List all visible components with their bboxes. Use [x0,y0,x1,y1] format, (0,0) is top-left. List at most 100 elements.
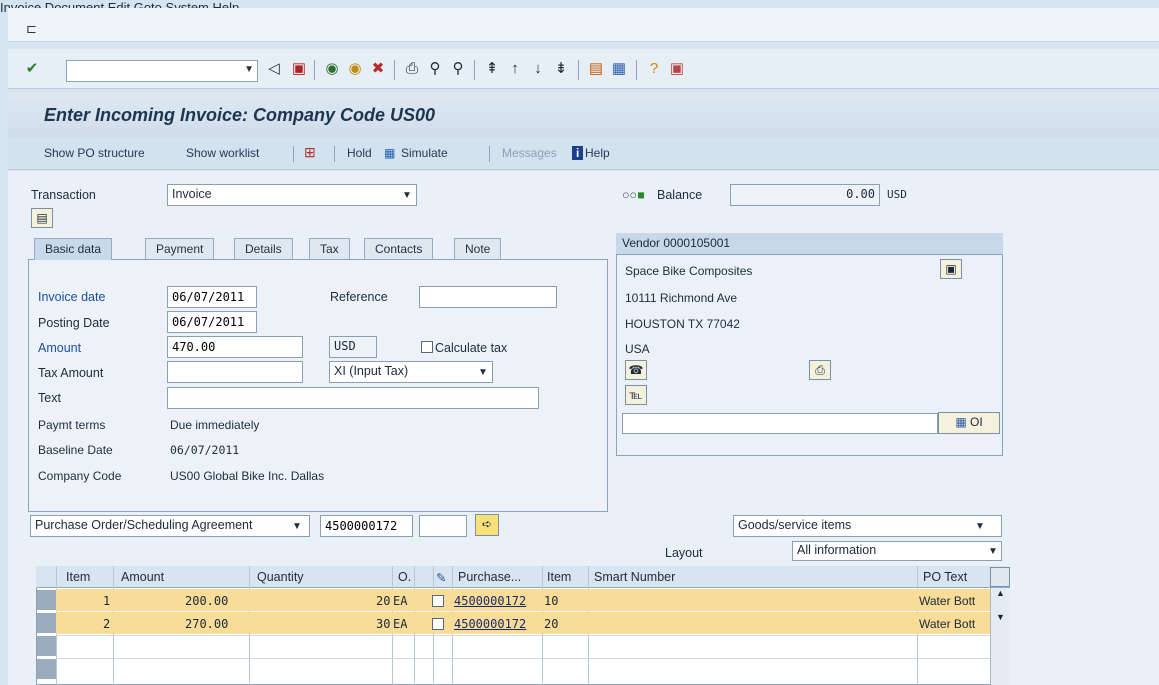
row-quantity[interactable]: 20 [376,594,390,608]
column-header-item[interactable]: Item [66,570,90,584]
help-button[interactable]: Help [585,146,610,160]
info-icon: i [572,146,584,160]
tree-icon[interactable]: ⊞ [304,144,316,161]
column-header-po-text[interactable]: PO Text [923,570,967,584]
chevron-down-icon[interactable]: ▼ [975,521,985,532]
row-selector[interactable] [37,659,56,679]
column-header-po-item[interactable]: Item [547,570,571,584]
previous-page-icon[interactable]: ↑ [505,57,525,81]
edit-check-icon[interactable]: ✎ [436,570,446,585]
header-toggle-icon[interactable]: ▤ [31,208,53,228]
layout-value: All information [797,543,877,557]
column-header-smart-number[interactable]: Smart Number [594,570,675,584]
row-po-number[interactable]: 4500000172 [454,594,526,608]
transfer-arrow-icon[interactable]: ➪ [475,514,499,536]
tax-code-select[interactable]: XI (Input Tax) [329,361,493,383]
tax-amount-field[interactable] [167,361,303,383]
table-settings-icon[interactable] [990,567,1010,587]
help-icon[interactable]: ? [644,57,664,81]
print-icon[interactable]: ⎙ [809,360,831,380]
row-selector[interactable] [37,613,56,633]
layout-select[interactable]: All information [792,541,1002,561]
tab-tax[interactable]: Tax [309,238,350,260]
text-field[interactable] [167,387,539,409]
reference-field[interactable] [419,286,557,308]
reference-doc-type-select[interactable]: Purchase Order/Scheduling Agreement [30,515,310,537]
po-number-field[interactable] [320,515,413,537]
row-amount[interactable]: 200.00 [185,594,228,608]
back-icon[interactable]: ◉ [322,57,342,81]
items-view-select[interactable]: Goods/service items [733,515,1002,537]
last-page-icon[interactable]: ⇟ [551,57,571,81]
paymt-terms-label: Paymt terms [38,418,106,432]
transaction-select[interactable]: Invoice [167,184,417,206]
find-icon[interactable]: ⚲ [425,57,445,81]
phone-icon[interactable]: ☎ [625,360,647,380]
shortcut-icon[interactable]: ▦ [609,57,629,81]
first-page-icon[interactable]: ⇞ [482,57,502,81]
cancel-icon[interactable]: ✖ [368,57,388,81]
page-title: Enter Incoming Invoice: Company Code US0… [44,105,436,125]
column-header-quantity[interactable]: Quantity [257,570,304,584]
row-select-checkbox[interactable] [432,618,444,630]
row-select-checkbox[interactable] [432,595,444,607]
calculate-tax-checkbox[interactable] [421,341,433,353]
system-menu-icon[interactable]: ⊏ [26,21,37,37]
tab-payment[interactable]: Payment [145,238,215,260]
enter-check-icon[interactable]: ✔ [22,57,42,81]
tab-note[interactable]: Note [454,238,502,260]
chevron-down-icon[interactable]: ▼ [244,64,254,75]
vendor-name: Space Bike Composites [625,264,753,278]
open-items-button[interactable]: ▦ OI [938,412,1000,434]
chevron-down-icon[interactable]: ▼ [478,367,488,378]
posting-date-field[interactable] [167,311,257,333]
hold-button[interactable]: Hold [347,146,372,160]
layout-menu-icon[interactable]: ▣ [667,57,687,81]
chevron-down-icon[interactable]: ▼ [402,190,412,201]
transaction-value: Invoice [172,187,212,201]
row-selector[interactable] [37,636,56,656]
column-header-order-unit[interactable]: O. [398,570,411,584]
next-page-icon[interactable]: ↓ [528,57,548,81]
chevron-down-icon[interactable]: ▼ [988,546,998,557]
scroll-down-icon[interactable]: ▼ [996,612,1005,622]
tab-basic-data[interactable]: Basic data [34,238,113,260]
scroll-up-icon[interactable]: ▲ [996,588,1005,598]
invoice-date-field[interactable] [167,286,257,308]
vendor-display-icon[interactable]: ▣ [940,259,962,279]
back-arrow-icon[interactable]: ◁ [264,57,284,81]
po-item-field[interactable] [419,515,467,537]
row-po-text: Water Bott [919,594,976,608]
find-next-icon[interactable]: ⚲ [448,57,468,81]
new-session-icon[interactable]: ▤ [586,57,606,81]
print-icon[interactable]: ⎙ [402,57,422,81]
row-selector[interactable] [37,590,56,610]
amount-label: Amount [38,341,82,355]
row-po-number[interactable]: 4500000172 [454,617,526,631]
tab-label: Note [465,242,491,256]
table-scrollbar[interactable]: ▲ ▼ [990,588,1010,685]
row-divider [56,635,990,636]
currency-field[interactable]: USD [329,336,377,358]
amount-field[interactable] [167,336,303,358]
simulate-button[interactable]: Simulate [401,146,448,160]
tab-contacts[interactable]: Contacts [364,238,434,260]
fax-icon[interactable]: ℡ [625,385,647,405]
tab-details[interactable]: Details [234,238,293,260]
column-header-amount[interactable]: Amount [121,570,164,584]
command-field[interactable]: ▼ [66,60,258,82]
baseline-date-value: 06/07/2011 [170,443,240,457]
toolbar-separator [314,60,315,80]
column-header-purchase-order[interactable]: Purchase... [458,570,521,584]
bank-field[interactable] [622,413,938,434]
posting-date-label: Posting Date [38,316,110,330]
exit-icon[interactable]: ◉ [345,57,365,81]
messages-button[interactable]: Messages [502,146,557,160]
save-icon[interactable]: ▣ [289,57,309,81]
show-po-structure-button[interactable]: Show PO structure [44,146,145,160]
open-items-icon: ▦ [955,415,967,429]
row-quantity[interactable]: 30 [376,617,390,631]
row-amount[interactable]: 270.00 [185,617,228,631]
chevron-down-icon[interactable]: ▼ [292,521,302,532]
show-worklist-button[interactable]: Show worklist [186,146,259,160]
